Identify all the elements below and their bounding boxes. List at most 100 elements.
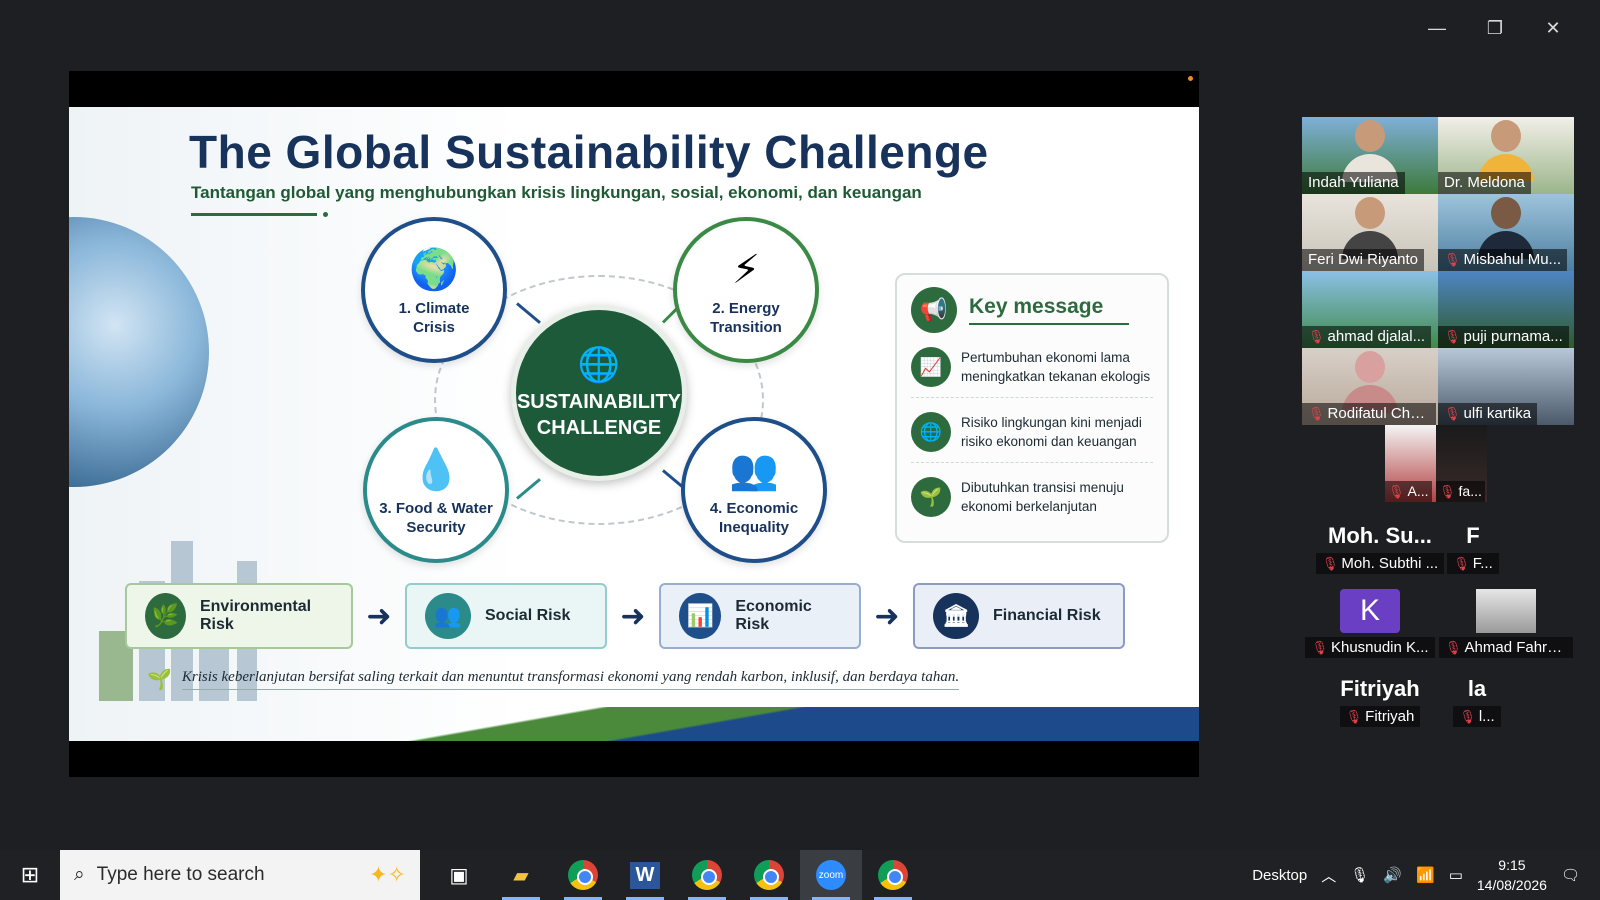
node-economic-inequality: 👥 4. Economic Inequality — [681, 417, 827, 563]
battery-icon[interactable]: ▭ — [1449, 866, 1463, 884]
megaphone-icon: 📢 — [911, 287, 957, 333]
participant-tile[interactable]: Dr. Meldona — [1438, 117, 1574, 194]
participant-tile-no-video[interactable]: Fitriyah 🎙 Fitriyah — [1312, 663, 1448, 740]
node-food-water-security: 💧 3. Food & Water Security — [363, 417, 509, 563]
energy-icon: ⚡ — [731, 248, 761, 292]
economic-risk-box: 📊 Economic Risk — [659, 583, 861, 649]
search-input[interactable]: Type here to search — [97, 864, 265, 886]
system-tray: Desktop ︿ 🎙 🔊 📶 ▭ 9:15 14/08/2026 🗨 — [1252, 855, 1600, 895]
trend-chart-icon: 📈 — [911, 347, 951, 387]
avatar: K — [1340, 589, 1400, 633]
chrome-profile-icon[interactable] — [676, 850, 738, 900]
financial-risk-box: 🏛 Financial Risk — [913, 583, 1125, 649]
key-message-item: 🌱 Dibutuhkan transisi menuju ekonomi ber… — [911, 477, 1153, 527]
footer-band — [69, 707, 1199, 741]
key-message-title: Key message — [969, 295, 1129, 325]
climate-icon: 🌍 — [409, 248, 459, 292]
muted-mic-icon: 🎙 — [1308, 329, 1325, 344]
windows-start-icon[interactable]: ⊞ — [0, 850, 60, 900]
muted-mic-icon: 🎙 — [1444, 252, 1461, 267]
leaf-icon: 🌿 — [145, 593, 186, 639]
participant-tile[interactable]: 🎙 Ahmad Fahru... — [1438, 585, 1574, 662]
muted-mic-icon: 🎙 — [1439, 484, 1456, 499]
muted-mic-icon: 🎙 — [1459, 709, 1476, 724]
chevron-up-icon[interactable]: ︿ — [1321, 865, 1336, 886]
participant-tile[interactable]: 🎙 ahmad djalal... — [1302, 271, 1438, 348]
muted-mic-icon: 🎙 — [1345, 709, 1363, 724]
restore-button[interactable]: ❐ — [1466, 16, 1524, 40]
bank-icon: 🏛 — [933, 593, 979, 639]
participant-tile-no-video[interactable]: F 🎙 F... — [1438, 510, 1508, 587]
taskbar-search[interactable]: ⌕ Type here to search ✦✧ — [60, 850, 420, 900]
leaf-icon: 🌱 — [147, 669, 172, 691]
zoom-window: — ❐ ✕ The Global Sustainability Challeng… — [0, 0, 1600, 850]
globe-leaf-icon: 🌐 — [577, 346, 621, 384]
participant-tile-no-video[interactable]: Moh. Su... 🎙 Moh. Subthi ... — [1312, 510, 1448, 587]
taskbar-apps: ▣ ▰ W zoom — [428, 850, 924, 900]
slide-subtitle: Tantangan global yang menghubungkan kris… — [191, 183, 922, 202]
participant-tile[interactable]: 🎙 fa... — [1436, 425, 1487, 502]
right-arrow-icon: ➜ — [366, 599, 392, 633]
participant-tile[interactable]: 🎙 puji purnama... — [1438, 271, 1574, 348]
windows-taskbar: ⊞ ⌕ Type here to search ✦✧ ▣ ▰ W zoom De… — [0, 850, 1600, 900]
water-icon: 💧 — [411, 448, 461, 492]
right-arrow-icon: ➜ — [874, 599, 900, 633]
earth-illustration — [69, 217, 209, 487]
bar-chart-icon: 📊 — [679, 593, 722, 639]
participant-tile-no-video[interactable]: la 🎙 l... — [1442, 663, 1512, 740]
risk-chain: 🌿 Environmental Risk ➜ 👥 Social Risk ➜ 📊… — [125, 583, 1125, 649]
presentation-slide: The Global Sustainability Challenge Tant… — [69, 107, 1199, 741]
globe-icon: 🌐 — [911, 412, 951, 452]
copilot-sparkle-icon[interactable]: ✦✧ — [369, 862, 406, 888]
word-icon[interactable]: W — [614, 850, 676, 900]
share-indicator-dot — [1188, 76, 1193, 81]
title-underline — [191, 213, 317, 216]
key-message-item: 🌐 Risiko lingkungan kini menjadi risiko … — [911, 412, 1153, 463]
search-icon: ⌕ — [74, 864, 85, 885]
desktop-toolbar-label[interactable]: Desktop — [1252, 867, 1307, 884]
chrome-profile-icon[interactable] — [738, 850, 800, 900]
avatar — [1476, 589, 1536, 633]
participant-tile[interactable]: Indah Yuliana — [1302, 117, 1438, 194]
slide-title: The Global Sustainability Challenge — [189, 126, 989, 178]
node-energy-transition: ⚡ 2. Energy Transition — [673, 217, 819, 363]
clock[interactable]: 9:15 14/08/2026 — [1477, 855, 1547, 895]
slide-footnote: 🌱 Krisis keberlanjutan bersifat saling t… — [147, 669, 960, 691]
notifications-icon[interactable]: 🗨 — [1561, 866, 1580, 884]
participant-tile[interactable]: 🎙 ulfi kartika — [1438, 348, 1574, 425]
participant-tile-active-speaker[interactable]: Feri Dwi Riyanto — [1302, 194, 1438, 271]
chrome-icon[interactable] — [552, 850, 614, 900]
key-message-item: 📈 Pertumbuhan ekonomi lama meningkatkan … — [911, 347, 1153, 398]
environmental-risk-box: 🌿 Environmental Risk — [125, 583, 353, 649]
key-message-box: 📢 Key message 📈 Pertumbuhan ekonomi lama… — [895, 273, 1169, 543]
window-controls: — ❐ ✕ — [1408, 16, 1582, 40]
muted-mic-icon: 🎙 — [1445, 640, 1462, 655]
participant-tile-no-video[interactable]: K 🎙 Khusnudin K... — [1302, 585, 1438, 662]
right-arrow-icon: ➜ — [620, 599, 646, 633]
muted-mic-icon: 🎙 — [1308, 406, 1325, 421]
shared-screen: The Global Sustainability Challenge Tant… — [69, 71, 1199, 777]
title-underline-dot — [323, 212, 328, 217]
close-button[interactable]: ✕ — [1524, 16, 1582, 40]
muted-mic-icon: 🎙 — [1311, 640, 1328, 655]
wifi-icon[interactable]: 📶 — [1416, 866, 1435, 884]
muted-mic-icon: 🎙 — [1388, 484, 1405, 499]
node-climate-crisis: 🌍 1. Climate Crisis — [361, 217, 507, 363]
chrome-icon[interactable] — [862, 850, 924, 900]
center-sustainability-challenge: 🌐 SUSTAINABILITY CHALLENGE — [511, 305, 687, 481]
muted-mic-icon: 🎙 — [1453, 556, 1470, 571]
minimize-button[interactable]: — — [1408, 16, 1466, 40]
file-explorer-icon[interactable]: ▰ — [490, 850, 552, 900]
social-risk-box: 👥 Social Risk — [405, 583, 607, 649]
zoom-icon[interactable]: zoom — [800, 850, 862, 900]
group-icon: 👥 — [425, 593, 471, 639]
participant-tile[interactable]: 🎙 Misbahul Mu... — [1438, 194, 1574, 271]
participant-tile[interactable]: 🎙 A... — [1385, 425, 1436, 502]
muted-mic-icon: 🎙 — [1321, 556, 1339, 571]
muted-mic-icon: 🎙 — [1444, 406, 1461, 421]
microphone-icon[interactable]: 🎙 — [1350, 866, 1369, 884]
sprout-icon: 🌱 — [911, 477, 951, 517]
task-view-icon[interactable]: ▣ — [428, 850, 490, 900]
participant-tile[interactable]: 🎙 Rodifatul Cha... — [1302, 348, 1438, 425]
volume-icon[interactable]: 🔊 — [1383, 866, 1402, 884]
